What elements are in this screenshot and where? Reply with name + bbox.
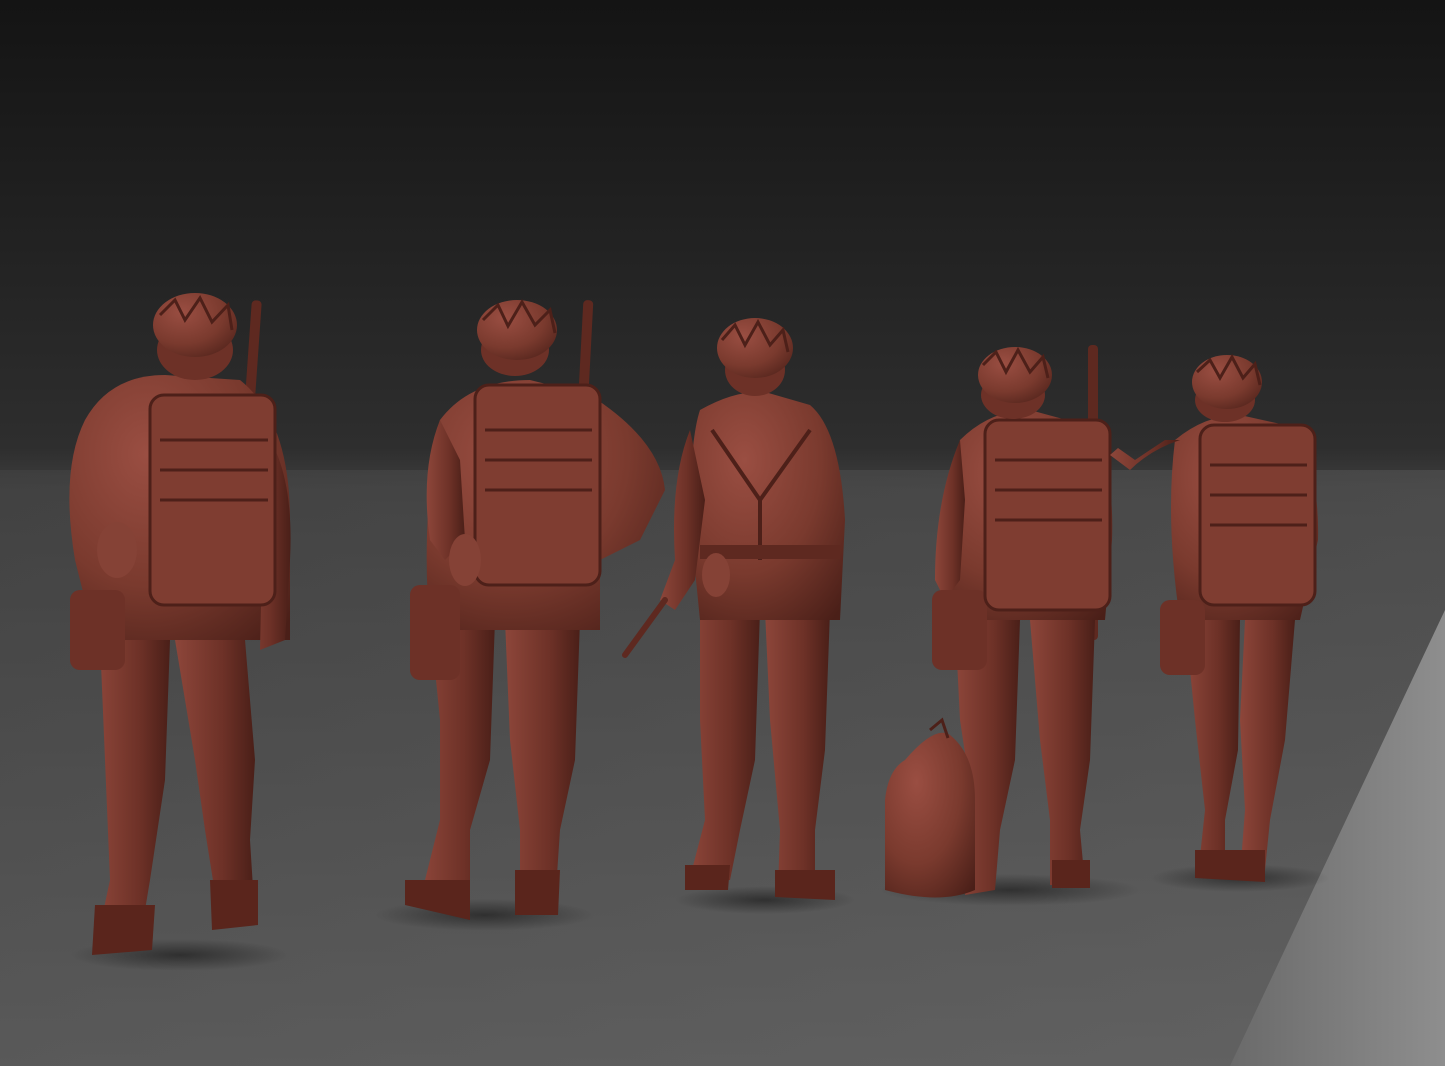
render-scene xyxy=(0,0,1445,1066)
backpack xyxy=(473,383,602,587)
canteen xyxy=(449,534,481,586)
side-pouch xyxy=(932,590,987,670)
canteen xyxy=(702,553,730,597)
side-pouch xyxy=(70,590,125,670)
backpack xyxy=(983,418,1112,612)
scene-svg xyxy=(0,0,1445,1066)
side-pouch xyxy=(1160,600,1205,675)
side-pouch xyxy=(410,585,460,680)
helmet xyxy=(153,293,237,357)
backpack xyxy=(1198,423,1317,607)
canteen xyxy=(97,522,137,578)
